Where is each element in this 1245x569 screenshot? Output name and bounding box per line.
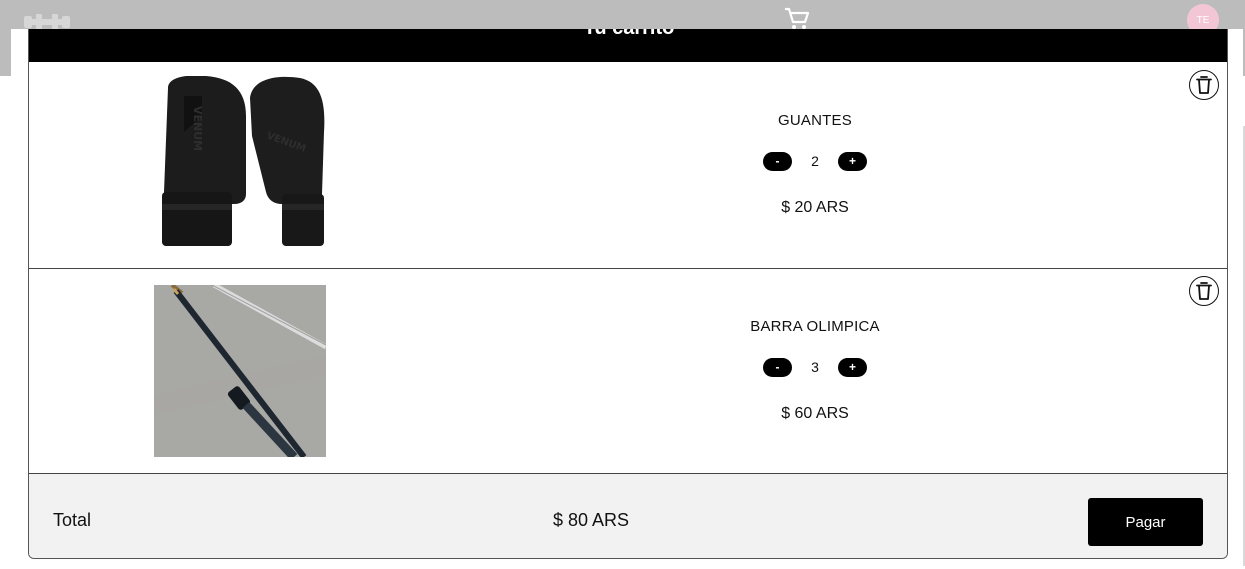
cart-item-info: BARRA OLIMPICA - 3 + $ 60 ARS — [679, 318, 951, 423]
cart-item-info: GUANTES - 2 + $ 20 ARS — [679, 112, 951, 217]
quantity-value: 2 — [811, 153, 819, 169]
barbell-image — [154, 285, 326, 457]
trash-icon — [1196, 282, 1212, 300]
svg-text:VENUM: VENUM — [191, 106, 204, 151]
cart-item: VENUM VENUM GUANTES - 2 + $ 20 ARS — [29, 62, 1227, 269]
decrement-button[interactable]: - — [763, 357, 792, 377]
increment-button[interactable]: + — [838, 151, 867, 171]
cart-item: BARRA OLIMPICA - 3 + $ 60 ARS — [29, 269, 1227, 474]
quantity-value: 3 — [811, 359, 819, 375]
delete-item-button[interactable] — [1189, 70, 1219, 100]
product-price: $ 20 ARS — [781, 199, 849, 216]
cart-modal: Tu carrito VENUM VENUM GUANTES — [11, 29, 1243, 569]
total-value: $ 80 ARS — [553, 510, 630, 530]
product-name: BARRA OLIMPICA — [750, 318, 880, 335]
cart-header: Tu carrito — [29, 29, 1227, 62]
quantity-stepper: - 3 + — [679, 357, 951, 377]
decrement-button[interactable]: - — [763, 151, 792, 171]
cart-panel: Tu carrito VENUM VENUM GUANTES — [28, 29, 1228, 559]
trash-icon — [1196, 76, 1212, 94]
product-name: GUANTES — [778, 112, 852, 129]
delete-item-button[interactable] — [1189, 276, 1219, 306]
increment-button[interactable]: + — [838, 357, 867, 377]
boxing-gloves-image: VENUM VENUM — [154, 76, 326, 248]
product-price: $ 60 ARS — [781, 405, 849, 422]
total-label: Total — [53, 510, 92, 530]
cart-footer: Total $ 80 ARS Pagar — [29, 474, 1227, 558]
quantity-stepper: - 2 + — [679, 151, 951, 171]
cart-title: Tu carrito — [29, 29, 1227, 40]
pay-button[interactable]: Pagar — [1088, 498, 1203, 546]
